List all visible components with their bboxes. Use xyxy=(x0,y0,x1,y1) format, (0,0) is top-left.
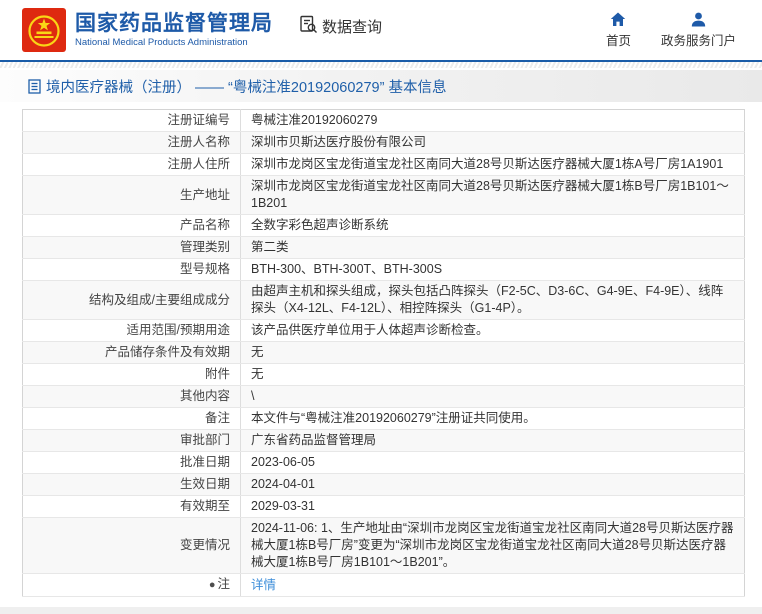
table-row: 适用范围/预期用途 该产品供医疗单位用于人体超声诊断检查。 xyxy=(22,319,745,342)
field-value: 广东省药品监督管理局 xyxy=(240,429,745,452)
field-value: 全数字彩色超声诊断系统 xyxy=(240,214,745,237)
field-label: 产品名称 xyxy=(22,214,241,237)
field-value: 深圳市龙岗区宝龙街道宝龙社区南同大道28号贝斯达医疗器械大厦1栋A号厂房1A19… xyxy=(240,153,745,176)
table-row: 批准日期 2023-06-05 xyxy=(22,451,745,474)
nav-home-label: 首页 xyxy=(605,33,631,48)
nav-gov-portal-label: 政务服务门户 xyxy=(660,33,736,48)
table-row: 结构及组成/主要组成成分 由超声主机和探头组成，探头包括凸阵探头（F2-5C、D3… xyxy=(22,280,745,320)
agency-name-en: National Medical Products Administration xyxy=(75,36,248,48)
page: 国家药品监督管理局 National Medical Products Admi… xyxy=(0,0,762,614)
nmpa-emblem-logo xyxy=(22,8,66,52)
footer-strip xyxy=(0,607,762,614)
field-value: 详情 xyxy=(240,573,745,597)
field-value: 深圳市龙岗区宝龙街道宝龙社区南同大道28号贝斯达医疗器械大厦1栋B号厂房1B10… xyxy=(240,175,745,215)
brand-text: 国家药品监督管理局 National Medical Products Admi… xyxy=(75,12,273,49)
field-value: 本文件与“粤械注准20192060279”注册证共同使用。 xyxy=(240,407,745,430)
page-title-bar: 境内医疗器械（注册） —— “粤械注准20192060279” 基本信息 xyxy=(0,70,762,102)
table-row: 注册证编号 粤械注准20192060279 xyxy=(22,109,745,132)
table-row: 产品名称 全数字彩色超声诊断系统 xyxy=(22,214,745,237)
table-row: 附件无 xyxy=(22,363,745,386)
field-label: 生效日期 xyxy=(22,473,241,496)
registration-info-table: 注册证编号 粤械注准20192060279 注册人名称 深圳市贝斯达医疗股份有限公司注… xyxy=(22,109,745,597)
field-value: 由超声主机和探头组成，探头包括凸阵探头（F2-5C、D3-6C、G4-9E、F4… xyxy=(240,280,745,320)
field-value: 粤械注准20192060279 xyxy=(240,109,745,132)
table-row: 管理类别 第二类 xyxy=(22,236,745,259)
field-value: 2024-11-06: 1、生产地址由“深圳市龙岗区宝龙街道宝龙社区南同大道28… xyxy=(240,517,745,574)
nav-home[interactable]: 首页 xyxy=(606,12,631,49)
table-row: 其他内容 \ xyxy=(22,385,745,408)
field-value: 2023-06-05 xyxy=(240,451,745,474)
field-value: 该产品供医疗单位用于人体超声诊断检查。 xyxy=(240,319,745,342)
table-row: 生效日期 2024-04-01 xyxy=(22,473,745,496)
table-row: 注册人住所 深圳市龙岗区宝龙街道宝龙社区南同大道28号贝斯达医疗器械大厦1栋A号厂… xyxy=(22,153,745,176)
agency-name-zh: 国家药品监督管理局 xyxy=(75,11,273,35)
field-label: 型号规格 xyxy=(22,258,241,281)
field-value: 无 xyxy=(240,341,745,364)
table-row: 审批部门 广东省药品监督管理局 xyxy=(22,429,745,452)
nav-gov-portal[interactable]: 政务服务门户 xyxy=(661,12,736,49)
note-icon: ● xyxy=(208,579,216,591)
field-value: 深圳市贝斯达医疗股份有限公司 xyxy=(240,131,745,154)
field-label: 适用范围/预期用途 xyxy=(22,319,241,342)
field-label: 附件 xyxy=(22,363,241,386)
site-header: 国家药品监督管理局 National Medical Products Admi… xyxy=(0,0,762,62)
field-label: 变更情况 xyxy=(22,517,241,574)
field-label: 批准日期 xyxy=(22,451,241,474)
field-label: 管理类别 xyxy=(22,236,241,259)
field-value: \ xyxy=(240,385,745,408)
field-label: 注册证编号 xyxy=(22,109,241,132)
table-row: 变更情况 2024-11-06: 1、生产地址由“深圳市龙岗区宝龙街道宝龙社区南同… xyxy=(22,517,745,574)
table-row: 备注 本文件与“粤械注准20192060279”注册证共同使用。 xyxy=(22,407,745,430)
table-row: 注册人名称 深圳市贝斯达医疗股份有限公司 xyxy=(22,131,745,154)
table-row: 有效期至 2029-03-31 xyxy=(22,495,745,518)
field-value: 第二类 xyxy=(240,236,745,259)
field-label: 审批部门 xyxy=(22,429,241,452)
table-row: 生产地址 深圳市龙岗区宝龙街道宝龙社区南同大道28号贝斯达医疗器械大厦1栋B号厂房… xyxy=(22,175,745,215)
field-label: 结构及组成/主要组成成分 xyxy=(22,280,241,320)
user-icon xyxy=(691,12,706,27)
field-label: 其他内容 xyxy=(22,385,241,408)
page-title: 境内医疗器械（注册） —— “粤械注准20192060279” 基本信息 xyxy=(46,79,447,96)
data-query-icon xyxy=(299,15,318,38)
details-link[interactable]: 详情 xyxy=(251,578,276,592)
top-nav: 首页 政务服务门户 xyxy=(606,12,740,49)
field-label: 注册人住所 xyxy=(22,153,241,176)
field-label: 生产地址 xyxy=(22,175,241,215)
field-value: 2024-04-01 xyxy=(240,473,745,496)
table-row: 型号规格 BTH-300、BTH-300T、BTH-300S xyxy=(22,258,745,281)
data-query-tab[interactable]: 数据查询 xyxy=(299,15,382,38)
field-label: 备注 xyxy=(22,407,241,430)
document-icon xyxy=(28,78,41,94)
field-value: 2029-03-31 xyxy=(240,495,745,518)
field-label: 有效期至 xyxy=(22,495,241,518)
table-row: ● 注详情 xyxy=(22,573,745,597)
field-value: 无 xyxy=(240,363,745,386)
content-area: 注册证编号 粤械注准20192060279 注册人名称 深圳市贝斯达医疗股份有限公司注… xyxy=(0,102,762,597)
field-label: 注册人名称 xyxy=(22,131,241,154)
field-label: 产品储存条件及有效期 xyxy=(22,341,241,364)
table-row: 产品储存条件及有效期无 xyxy=(22,341,745,364)
home-icon xyxy=(610,12,626,27)
divider-texture xyxy=(0,62,762,68)
brand[interactable]: 国家药品监督管理局 National Medical Products Admi… xyxy=(22,8,273,52)
data-query-label: 数据查询 xyxy=(322,18,383,36)
field-value: BTH-300、BTH-300T、BTH-300S xyxy=(240,258,745,281)
field-label: ● 注 xyxy=(22,573,241,597)
